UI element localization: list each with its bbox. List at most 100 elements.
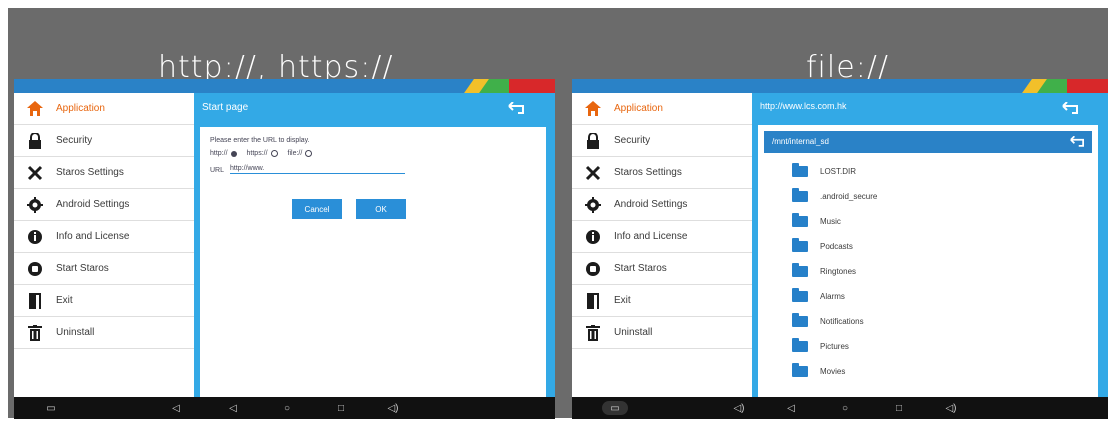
ok-button[interactable]: OK [356, 199, 406, 219]
list-item[interactable]: Podcasts [792, 234, 853, 259]
url-input[interactable]: http://www. [230, 165, 405, 174]
list-item[interactable]: Ringtones [792, 259, 856, 284]
lock-icon [26, 132, 44, 150]
sidebar-item-label: Start Staros [614, 263, 667, 274]
lock-icon [584, 132, 602, 150]
list-item[interactable]: Alarms [792, 284, 845, 309]
sidebar-item-info-and-license[interactable]: Info and License [572, 221, 752, 253]
cancel-button[interactable]: Cancel [292, 199, 342, 219]
sidebar-item-start-staros[interactable]: Start Staros [572, 253, 752, 285]
trash-icon [26, 324, 44, 342]
sidebar-item-label: Security [56, 135, 93, 146]
sidebar-item-start-staros[interactable]: Start Staros [14, 253, 194, 285]
current-url: http://www.lcs.com.hk [760, 101, 847, 111]
recents-icon[interactable]: □ [892, 401, 906, 415]
list-item[interactable]: Pictures [792, 334, 849, 359]
sidebar-item-application[interactable]: Application [14, 93, 194, 125]
radio-https[interactable]: https:// [247, 150, 278, 157]
sidebar-item-info-and-license[interactable]: Info and License [14, 221, 194, 253]
back-icon[interactable]: ◁ [784, 401, 798, 415]
sidebar-item-android-settings[interactable]: Android Settings [14, 189, 194, 221]
radio-file[interactable]: file:// [288, 150, 313, 157]
up-folder-icon[interactable] [1070, 136, 1084, 147]
gear-icon [26, 196, 44, 214]
sidebar-item-security[interactable]: Security [14, 125, 194, 157]
sidebar-item-staros-settings[interactable]: Staros Settings [572, 157, 752, 189]
left-screen: Application Security Staros Settings And… [14, 79, 555, 419]
radio-http[interactable]: http:// [210, 150, 237, 157]
back-arrow-icon[interactable] [1062, 102, 1078, 114]
list-item[interactable]: .android_secure [792, 184, 877, 209]
sidebar-item-exit[interactable]: Exit [572, 285, 752, 317]
volume-down-icon[interactable]: ◁ [169, 401, 183, 415]
list-item[interactable]: Music [792, 209, 841, 234]
sidebar-item-label: Exit [56, 295, 73, 306]
home-icon [26, 100, 44, 118]
home-icon [584, 100, 602, 118]
sidebar: Application Security Staros Settings And… [14, 93, 194, 397]
screenshot-icon[interactable]: ▭ [44, 401, 58, 415]
start-icon [584, 260, 602, 278]
sidebar-item-label: Info and License [56, 231, 130, 242]
info-icon [26, 228, 44, 246]
folder-icon [792, 288, 808, 302]
folder-icon [792, 363, 808, 377]
folder-icon [792, 238, 808, 252]
sidebar-item-label: Android Settings [614, 199, 688, 210]
folder-icon [792, 163, 808, 177]
sidebar-item-label: Uninstall [614, 327, 653, 338]
sidebar-item-android-settings[interactable]: Android Settings [572, 189, 752, 221]
exit-door-icon [584, 292, 602, 310]
gear-icon [584, 196, 602, 214]
volume-up-icon[interactable]: ◁) [944, 401, 958, 415]
info-icon [584, 228, 602, 246]
radio-unchecked-icon [270, 150, 278, 157]
sidebar-item-label: Android Settings [56, 199, 130, 210]
sidebar-item-label: Application [614, 103, 663, 114]
sidebar-item-label: Info and License [614, 231, 688, 242]
sidebar-item-exit[interactable]: Exit [14, 285, 194, 317]
start-icon [26, 260, 44, 278]
recents-icon[interactable]: □ [334, 401, 348, 415]
sidebar-item-security[interactable]: Security [572, 125, 752, 157]
exit-door-icon [26, 292, 44, 310]
current-path: /mnt/internal_sd [772, 137, 829, 146]
trash-icon [584, 324, 602, 342]
folder-icon [792, 213, 808, 227]
folder-icon [792, 313, 808, 327]
scheme-options: http:// https:// file:// [210, 150, 313, 157]
tools-icon [584, 164, 602, 182]
list-item[interactable]: LOST.DIR [792, 159, 856, 184]
url-dialog: Please enter the URL to display. http://… [200, 127, 546, 397]
list-item[interactable]: Movies [792, 359, 845, 384]
back-arrow-icon[interactable] [508, 102, 524, 114]
sidebar-item-label: Uninstall [56, 327, 95, 338]
sidebar-item-uninstall[interactable]: Uninstall [14, 317, 194, 349]
home-nav-icon[interactable]: ○ [280, 401, 294, 415]
sidebar-item-uninstall[interactable]: Uninstall [572, 317, 752, 349]
home-nav-icon[interactable]: ○ [838, 401, 852, 415]
radio-unchecked-icon [305, 150, 313, 157]
page-title: Start page [202, 102, 249, 113]
android-navbar: ▭ ◁) ◁ ○ □ ◁) [572, 397, 1108, 419]
screenshot-icon[interactable]: ▭ [602, 401, 628, 415]
list-item[interactable]: Notifications [792, 309, 864, 334]
sidebar: Application Security Staros Settings And… [572, 93, 752, 397]
right-screen: Application Security Staros Settings And… [572, 79, 1108, 419]
sidebar-item-label: Start Staros [56, 263, 109, 274]
tools-icon [26, 164, 44, 182]
sidebar-item-label: Staros Settings [614, 167, 682, 178]
folder-icon [792, 263, 808, 277]
sidebar-item-staros-settings[interactable]: Staros Settings [14, 157, 194, 189]
volume-down-icon[interactable]: ◁) [732, 401, 746, 415]
sidebar-item-application[interactable]: Application [572, 93, 752, 125]
sidebar-item-label: Application [56, 103, 105, 114]
back-icon[interactable]: ◁ [226, 401, 240, 415]
sidebar-item-label: Staros Settings [56, 167, 124, 178]
sidebar-item-label: Exit [614, 295, 631, 306]
dialog-prompt: Please enter the URL to display. [210, 137, 310, 144]
url-label: URL [210, 167, 225, 174]
folder-list: LOST.DIR .android_secure Music Podcasts … [792, 159, 1092, 395]
folder-icon [792, 188, 808, 202]
volume-up-icon[interactable]: ◁) [386, 401, 400, 415]
